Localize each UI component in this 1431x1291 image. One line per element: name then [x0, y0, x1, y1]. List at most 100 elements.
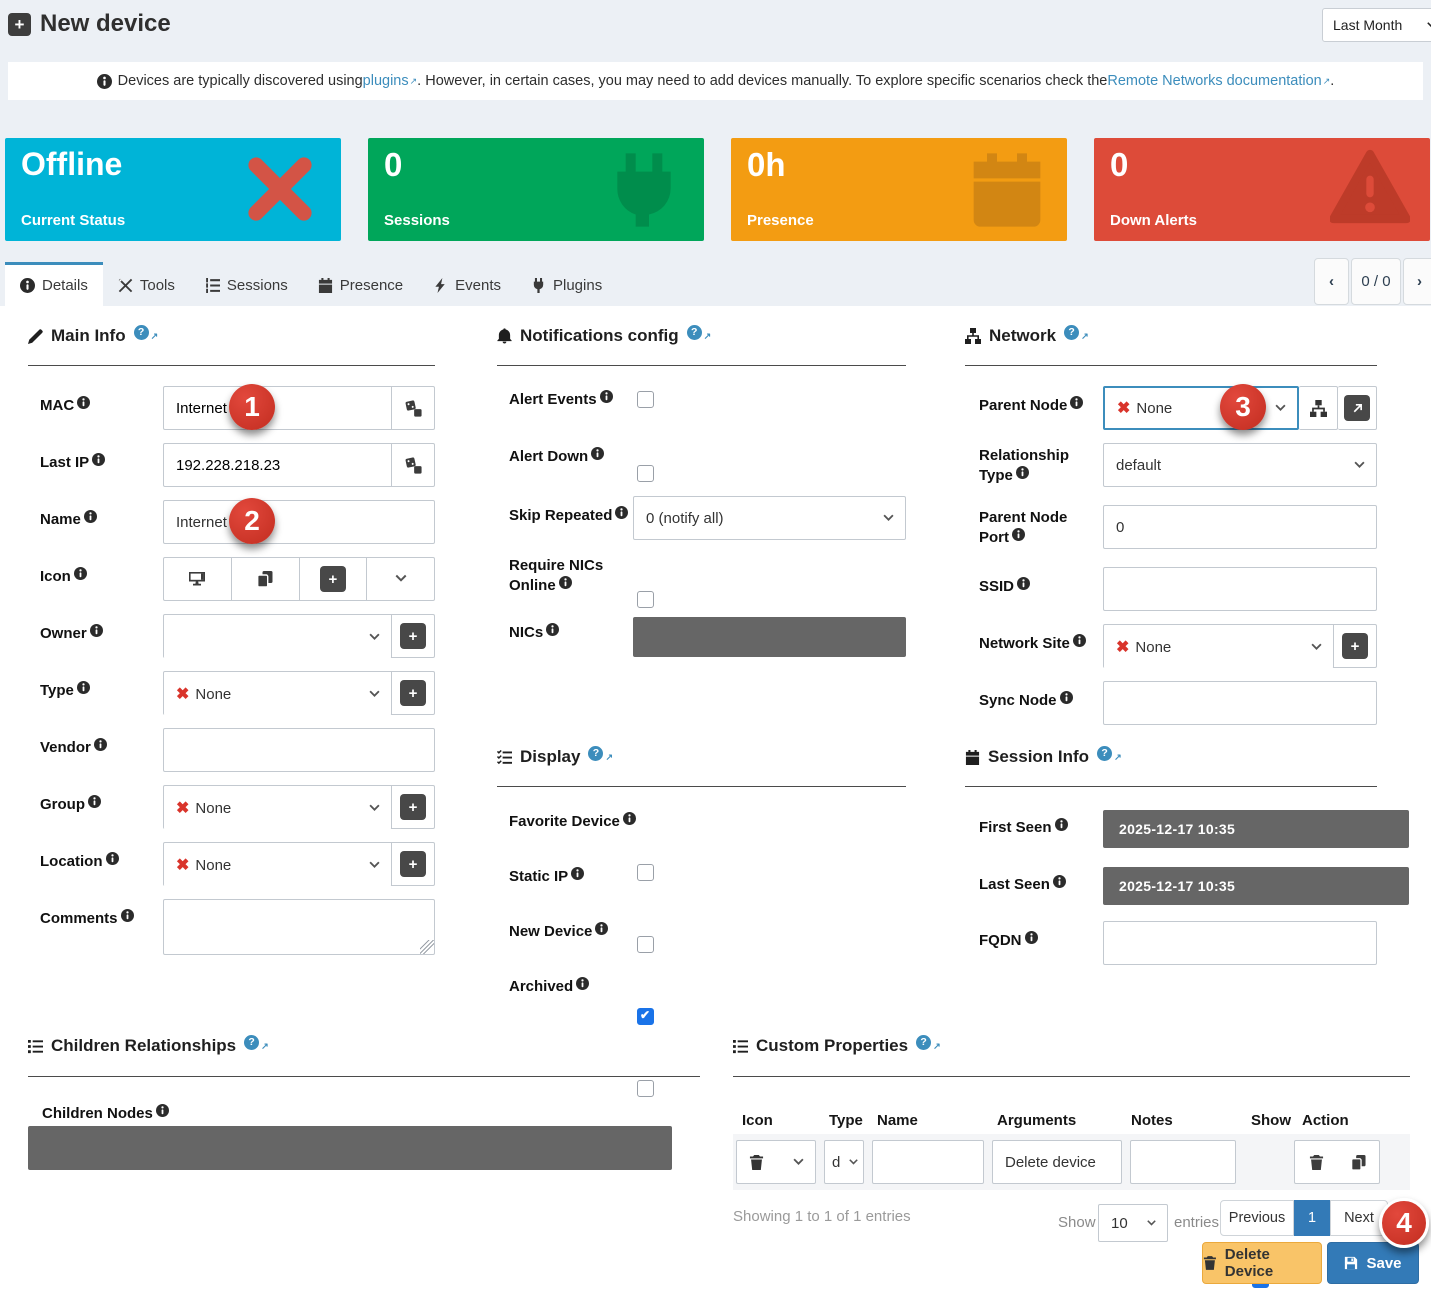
add-type-button[interactable]: + [391, 672, 434, 714]
static-ip-checkbox[interactable] [637, 936, 654, 953]
column-header-notes[interactable]: Notes [1131, 1112, 1173, 1129]
help-icon[interactable]: ? [687, 325, 702, 340]
mac-input[interactable] [164, 387, 391, 429]
randomize-ip-button[interactable] [391, 444, 434, 486]
ssid-input[interactable] [1103, 567, 1377, 611]
alert-down-checkbox[interactable] [637, 465, 654, 482]
column-header-arguments[interactable]: Arguments [997, 1112, 1076, 1129]
type-select[interactable]: ✖None [164, 672, 391, 716]
parent-node-select[interactable]: ✖None [1103, 386, 1299, 430]
period-select[interactable]: Last Month [1322, 8, 1431, 42]
vendor-input[interactable] [163, 728, 435, 772]
annotation-badge-4: 4 [1379, 1198, 1429, 1248]
page-size-select[interactable]: 10 [1098, 1204, 1168, 1242]
add-owner-button[interactable]: + [391, 615, 434, 657]
column-header-type[interactable]: Type [829, 1112, 863, 1129]
add-network-site-button[interactable]: + [1333, 625, 1376, 667]
alert-events-checkbox[interactable] [637, 391, 654, 408]
external-arrow-icon: ↗ [1114, 752, 1122, 763]
row-duplicate-button[interactable] [1337, 1141, 1379, 1183]
type-field-group: ✖None + [163, 671, 435, 715]
group-select[interactable]: ✖None [164, 786, 391, 830]
require-nics-checkbox[interactable] [637, 591, 654, 608]
tab-plugins[interactable]: Plugins [516, 262, 617, 306]
network-tree-button[interactable] [1299, 386, 1338, 430]
randomize-mac-button[interactable] [391, 387, 434, 429]
mac-label: MAC [40, 396, 90, 416]
prev-device-button[interactable]: ‹ [1314, 258, 1349, 305]
add-location-button[interactable]: + [391, 843, 434, 885]
plus-icon: + [400, 794, 426, 820]
owner-field-group: + [163, 614, 435, 658]
name-input[interactable] [163, 500, 435, 544]
row-icon-select[interactable] [736, 1140, 816, 1184]
chevron-down-icon [1310, 641, 1323, 654]
open-parent-button[interactable] [1338, 386, 1377, 430]
info-icon [74, 567, 87, 580]
info-icon [1025, 931, 1038, 944]
plus-icon: + [1342, 633, 1368, 659]
copy-icon-button[interactable] [231, 558, 299, 600]
new-device-checkbox[interactable] [637, 1008, 654, 1025]
row-delete-button[interactable] [1295, 1141, 1337, 1183]
tab-events[interactable]: Events [418, 262, 516, 306]
comments-textarea[interactable] [163, 899, 435, 955]
presence-value: 0h [747, 146, 786, 184]
plugins-link[interactable]: plugins [363, 73, 409, 89]
column-header-name[interactable]: Name [877, 1112, 918, 1129]
next-device-button[interactable]: › [1403, 258, 1431, 305]
info-banner: Devices are typically discovered using p… [8, 62, 1423, 100]
parent-node-port-input[interactable] [1103, 505, 1377, 549]
list-ol-icon [205, 278, 220, 293]
last-seen-value: 2025-12-17 10:35 [1103, 867, 1409, 905]
owner-select[interactable] [164, 615, 391, 659]
icon-dropdown-button[interactable] [366, 558, 434, 600]
previous-page-button[interactable]: Previous [1220, 1200, 1294, 1236]
tab-presence[interactable]: Presence [303, 262, 418, 306]
tab-sessions[interactable]: Sessions [190, 262, 303, 306]
icon-preview-button[interactable] [164, 558, 231, 600]
annotation-badge-2: 2 [229, 498, 275, 544]
delete-device-button[interactable]: Delete Device [1202, 1242, 1322, 1284]
help-icon[interactable]: ? [588, 746, 603, 761]
dice-icon [405, 457, 422, 474]
skip-repeated-select[interactable]: 0 (notify all) [633, 496, 906, 540]
column-header-icon[interactable]: Icon [742, 1112, 773, 1129]
row-type-select[interactable]: d [824, 1140, 864, 1184]
nics-field[interactable] [633, 617, 906, 657]
archived-checkbox[interactable] [637, 1080, 654, 1097]
relationship-type-select[interactable]: default [1103, 443, 1377, 487]
x-mark-icon: ✖ [1117, 398, 1130, 418]
trash-icon [1309, 1155, 1324, 1170]
info-icon [576, 977, 589, 990]
row-arguments-input[interactable] [992, 1140, 1122, 1184]
location-select[interactable]: ✖None [164, 843, 391, 887]
help-icon[interactable]: ? [134, 325, 149, 340]
row-name-input[interactable] [872, 1140, 984, 1184]
page-1-button[interactable]: 1 [1294, 1200, 1330, 1236]
column-header-action[interactable]: Action [1302, 1112, 1349, 1129]
fqdn-input[interactable] [1103, 921, 1377, 965]
save-button[interactable]: Save [1327, 1242, 1419, 1284]
last-ip-input[interactable] [164, 444, 391, 486]
sync-node-input[interactable] [1103, 681, 1377, 725]
sessions-value: 0 [384, 146, 402, 184]
help-icon[interactable]: ? [244, 1035, 259, 1050]
network-site-select[interactable]: ✖None [1104, 625, 1333, 669]
row-notes-input[interactable] [1130, 1140, 1236, 1184]
help-icon[interactable]: ? [916, 1035, 931, 1050]
favorite-device-checkbox[interactable] [637, 864, 654, 881]
help-icon[interactable]: ? [1064, 325, 1079, 340]
add-group-button[interactable]: + [391, 786, 434, 828]
tab-tools[interactable]: Tools [103, 262, 190, 306]
remote-networks-doc-link[interactable]: Remote Networks documentation [1107, 73, 1321, 89]
calendar-icon [967, 148, 1047, 232]
tab-details[interactable]: Details [5, 262, 103, 306]
type-label: Type [40, 681, 90, 701]
help-icon[interactable]: ? [1097, 746, 1112, 761]
info-icon [92, 453, 105, 466]
add-icon-button[interactable]: + [299, 558, 367, 600]
info-icon [97, 74, 112, 89]
children-nodes-field[interactable] [28, 1126, 672, 1170]
column-header-show[interactable]: Show [1251, 1112, 1291, 1129]
